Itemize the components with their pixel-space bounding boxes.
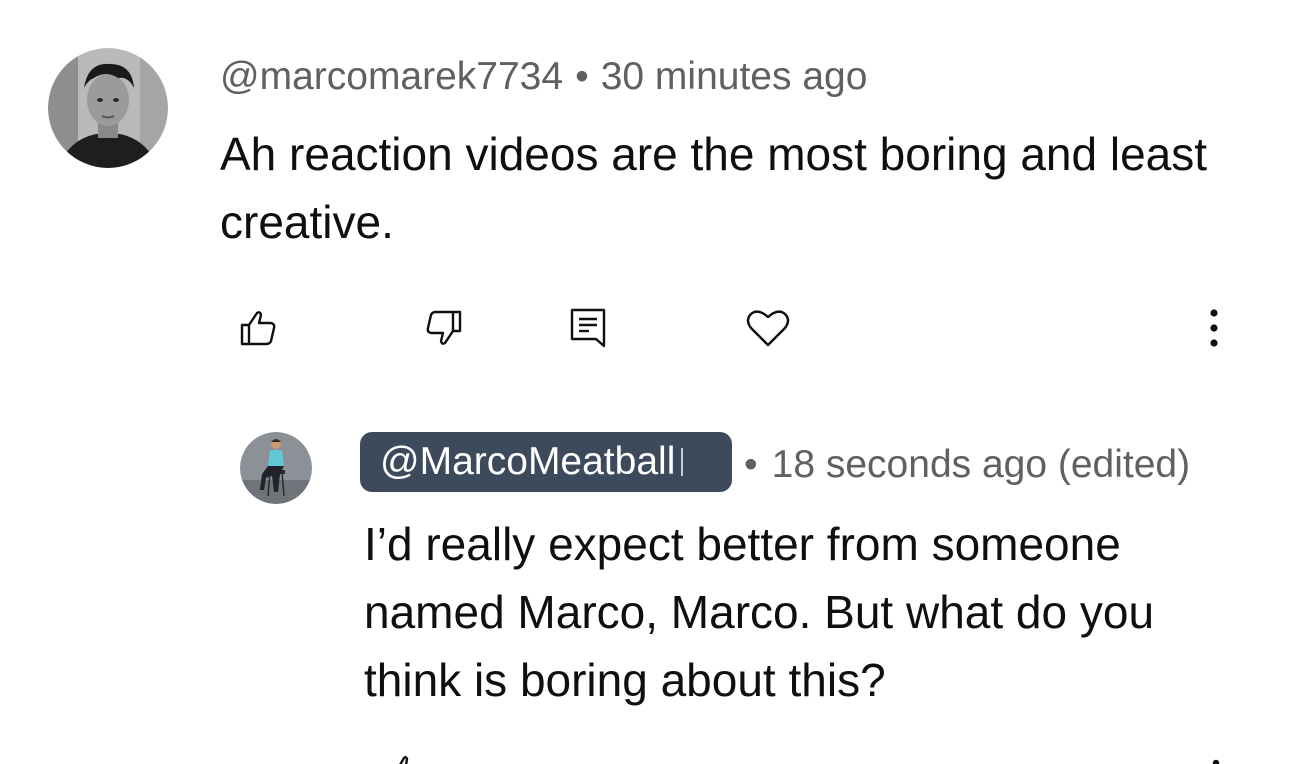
cropped-action-icons: [399, 756, 1220, 764]
thumbs-up-icon: [240, 311, 276, 346]
heart-button[interactable]: [738, 296, 798, 360]
reply-timestamp[interactable]: 18 seconds ago (edited): [772, 443, 1190, 486]
dislike-button[interactable]: [414, 296, 474, 360]
avatar-photo-icon: [240, 432, 312, 504]
comment-body: Ah reaction videos are the most boring a…: [220, 128, 1208, 248]
reply-author: @MarcoMeatball: [380, 440, 676, 483]
reply-meta: • 18 seconds ago (edited): [744, 445, 1190, 484]
comment-action-bar: [0, 296, 1290, 366]
reply-body: I’d really expect better from someone na…: [364, 518, 1155, 706]
thumbs-down-icon: [426, 310, 462, 345]
meta-separator: •: [575, 55, 589, 98]
reply-button[interactable]: [558, 296, 618, 360]
comment-thread: @marcomarek7734 • 30 minutes ago Ah reacti…: [0, 0, 1290, 764]
reply-author-chip[interactable]: @MarcoMeatball: [360, 432, 732, 492]
text-cursor: [681, 448, 684, 476]
heart-icon: [746, 310, 790, 347]
next-action-bar-peek: [0, 752, 1290, 764]
more-options-button[interactable]: [1184, 296, 1244, 360]
commenter-avatar[interactable]: [48, 48, 168, 168]
comment-meta: @marcomarek7734 • 30 minutes ago: [220, 57, 867, 96]
comment-timestamp[interactable]: 30 minutes ago: [601, 55, 868, 98]
comment-reply-icon: [570, 308, 606, 348]
reply-avatar[interactable]: [240, 432, 312, 504]
more-vertical-icon: [1210, 309, 1218, 347]
like-button[interactable]: [228, 296, 288, 360]
meta-separator: •: [744, 443, 758, 486]
avatar-photo-icon: [48, 48, 168, 168]
comment-author[interactable]: @marcomarek7734: [220, 55, 563, 98]
